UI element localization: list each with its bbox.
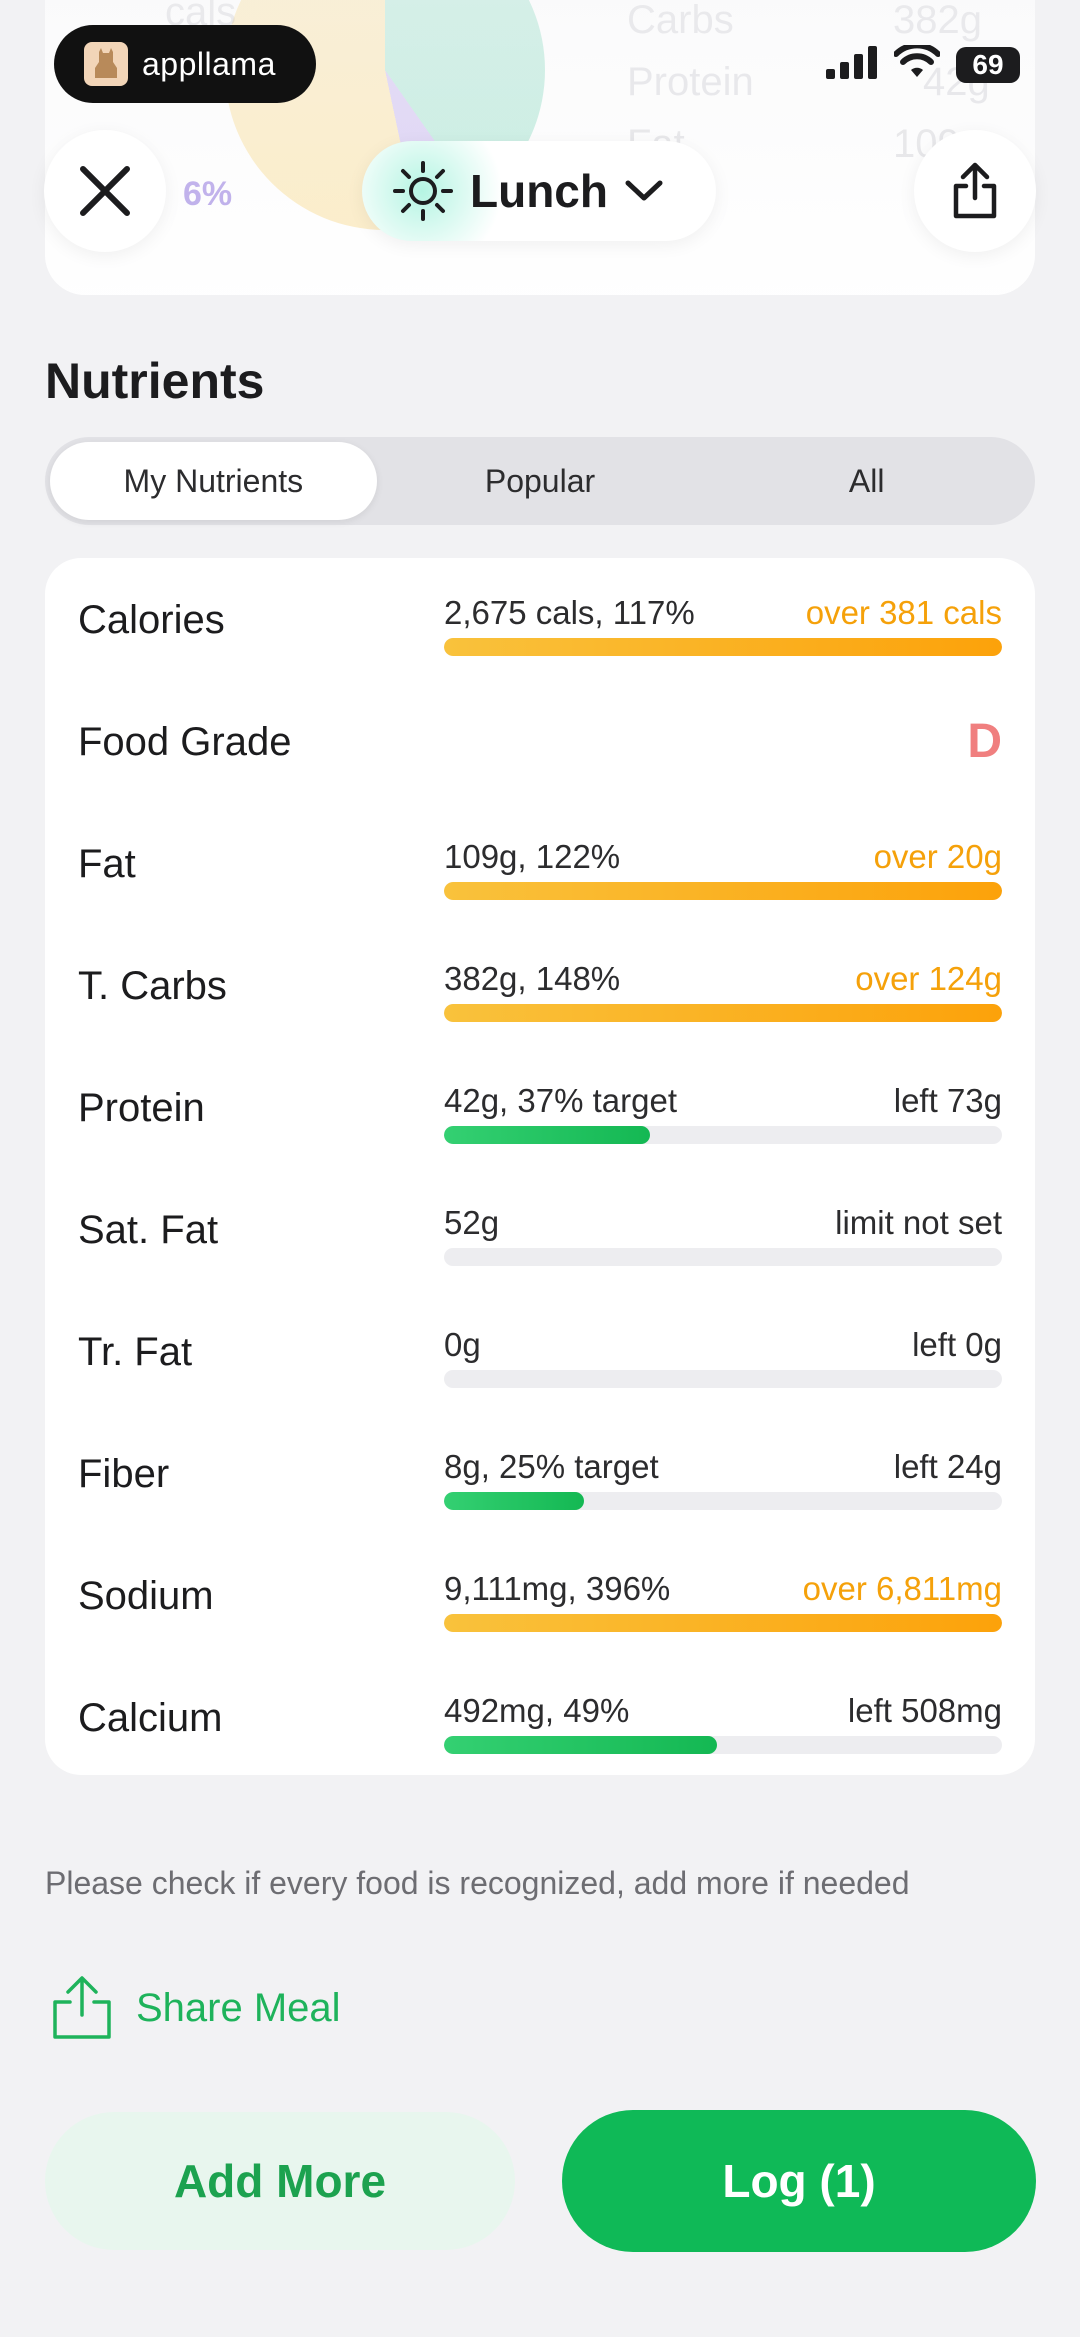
- nutrient-remaining: over 20g: [873, 838, 1002, 875]
- nutrient-name: Tr. Fat: [78, 1330, 193, 1374]
- nutrient-value: 52g: [444, 1204, 500, 1241]
- llama-logo-icon: [84, 42, 128, 86]
- nutrient-remaining: over 6,811mg: [802, 1570, 1002, 1607]
- nutrient-name: Calcium: [78, 1696, 223, 1740]
- nutrient-name: Protein: [78, 1086, 205, 1130]
- signal-icon: [826, 45, 878, 84]
- progress-fill: [444, 1492, 584, 1510]
- nutrient-value: 382g, 148%: [444, 960, 621, 997]
- tab-popular[interactable]: Popular: [377, 442, 704, 520]
- nutrient-name: Calories: [78, 598, 225, 642]
- nutrient-progress-bar: [444, 1004, 1002, 1022]
- tab-all[interactable]: All: [703, 442, 1030, 520]
- add-more-button[interactable]: Add More: [45, 2112, 515, 2250]
- nutrient-remaining: over 124g: [855, 960, 1002, 997]
- nutrient-name: Food Grade: [78, 720, 292, 764]
- summary-label-carbs: Carbs: [627, 0, 734, 42]
- battery-indicator: 69: [956, 46, 1020, 83]
- nutrient-progress-bar: [444, 1248, 1002, 1266]
- nutrient-row-fat[interactable]: Fat 109g, 122% over 20g: [45, 802, 1035, 924]
- nutrient-name: T. Carbs: [78, 964, 227, 1008]
- nutrient-progress-bar: [444, 1126, 1002, 1144]
- share-meal-link[interactable]: Share Meal: [50, 1975, 341, 2041]
- nutrient-value: 492mg, 49%: [444, 1692, 630, 1729]
- progress-fill: [444, 1126, 651, 1144]
- nutrient-name: Fiber: [78, 1452, 170, 1496]
- nutrient-progress-bar: [444, 1492, 1002, 1510]
- share-icon: [53, 1976, 111, 2039]
- nutrient-value: 109g, 122%: [444, 838, 621, 875]
- nutrient-value: 42g, 37% target: [444, 1082, 677, 1119]
- nutrients-card: Calories 2,675 cals, 117% over 381 cals …: [45, 558, 1035, 1775]
- nutrient-remaining: limit not set: [835, 1204, 1002, 1241]
- carrier-badge: appllama: [54, 25, 316, 103]
- share-meal-label: Share Meal: [136, 1985, 341, 2030]
- nutrient-row-sodium[interactable]: Sodium 9,111mg, 396% over 6,811mg: [45, 1534, 1035, 1656]
- chevron-down-icon: [625, 180, 663, 201]
- share-icon: [953, 162, 997, 219]
- tab-my-nutrients[interactable]: My Nutrients: [50, 442, 377, 520]
- log-button[interactable]: Log (1): [562, 2110, 1036, 2252]
- food-grade-badge: D: [967, 715, 1002, 768]
- sun-icon: [393, 161, 453, 221]
- nutrient-remaining: left 0g: [912, 1326, 1002, 1363]
- nutrient-value: 2,675 cals, 117%: [444, 594, 695, 631]
- progress-fill: [444, 882, 1002, 900]
- nutrient-row-protein[interactable]: Protein 42g, 37% target left 73g: [45, 1046, 1035, 1168]
- nutrient-row-sat-fat[interactable]: Sat. Fat 52g limit not set: [45, 1168, 1035, 1290]
- status-icons: 69: [826, 42, 1020, 84]
- nutrients-title: Nutrients: [45, 353, 265, 409]
- nutrient-name: Sat. Fat: [78, 1208, 219, 1252]
- progress-fill: [444, 1736, 718, 1754]
- nutrient-remaining: left 24g: [893, 1448, 1002, 1485]
- nutrient-row-trans-fat[interactable]: Tr. Fat 0g left 0g: [45, 1290, 1035, 1412]
- pie-slice-percent: 6%: [183, 175, 233, 213]
- recognition-hint: Please check if every food is recognized…: [45, 1865, 910, 1901]
- nutrient-remaining: over 381 cals: [805, 594, 1002, 631]
- nutrient-row-fiber[interactable]: Fiber 8g, 25% target left 24g: [45, 1412, 1035, 1534]
- nutrient-value: 0g: [444, 1326, 481, 1363]
- wifi-icon: [893, 42, 941, 84]
- nutrient-row-calories[interactable]: Calories 2,675 cals, 117% over 381 cals: [45, 558, 1035, 680]
- progress-fill: [444, 1004, 1002, 1022]
- nutrient-name: Fat: [78, 842, 136, 886]
- nutrient-row-calcium[interactable]: Calcium 492mg, 49% left 508mg: [45, 1656, 1035, 1778]
- meal-selector[interactable]: Lunch: [362, 141, 716, 241]
- progress-fill: [444, 1614, 1002, 1632]
- nutrient-row-carbs[interactable]: T. Carbs 382g, 148% over 124g: [45, 924, 1035, 1046]
- nutrient-progress-bar: [444, 882, 1002, 900]
- share-button[interactable]: [914, 130, 1036, 252]
- nutrient-value: 9,111mg, 396%: [444, 1570, 671, 1607]
- nutrient-remaining: left 73g: [893, 1082, 1002, 1119]
- carrier-name: appllama: [142, 45, 276, 82]
- progress-fill: [444, 638, 1002, 656]
- close-button[interactable]: [44, 130, 166, 252]
- nutrient-remaining: left 508mg: [847, 1692, 1002, 1729]
- summary-value-carbs: 382g: [893, 0, 982, 42]
- nutrient-tabs: My Nutrients Popular All: [45, 437, 1035, 525]
- nutrient-progress-bar: [444, 638, 1002, 656]
- summary-label-protein: Protein: [627, 60, 754, 104]
- close-icon: [80, 166, 130, 216]
- nutrient-progress-bar: [444, 1736, 1002, 1754]
- nutrient-progress-bar: [444, 1370, 1002, 1388]
- nutrient-progress-bar: [444, 1614, 1002, 1632]
- meal-label: Lunch: [470, 165, 608, 217]
- nutrient-row-food-grade[interactable]: Food Grade D: [45, 680, 1035, 802]
- nutrient-name: Sodium: [78, 1574, 214, 1618]
- nutrient-value: 8g, 25% target: [444, 1448, 659, 1485]
